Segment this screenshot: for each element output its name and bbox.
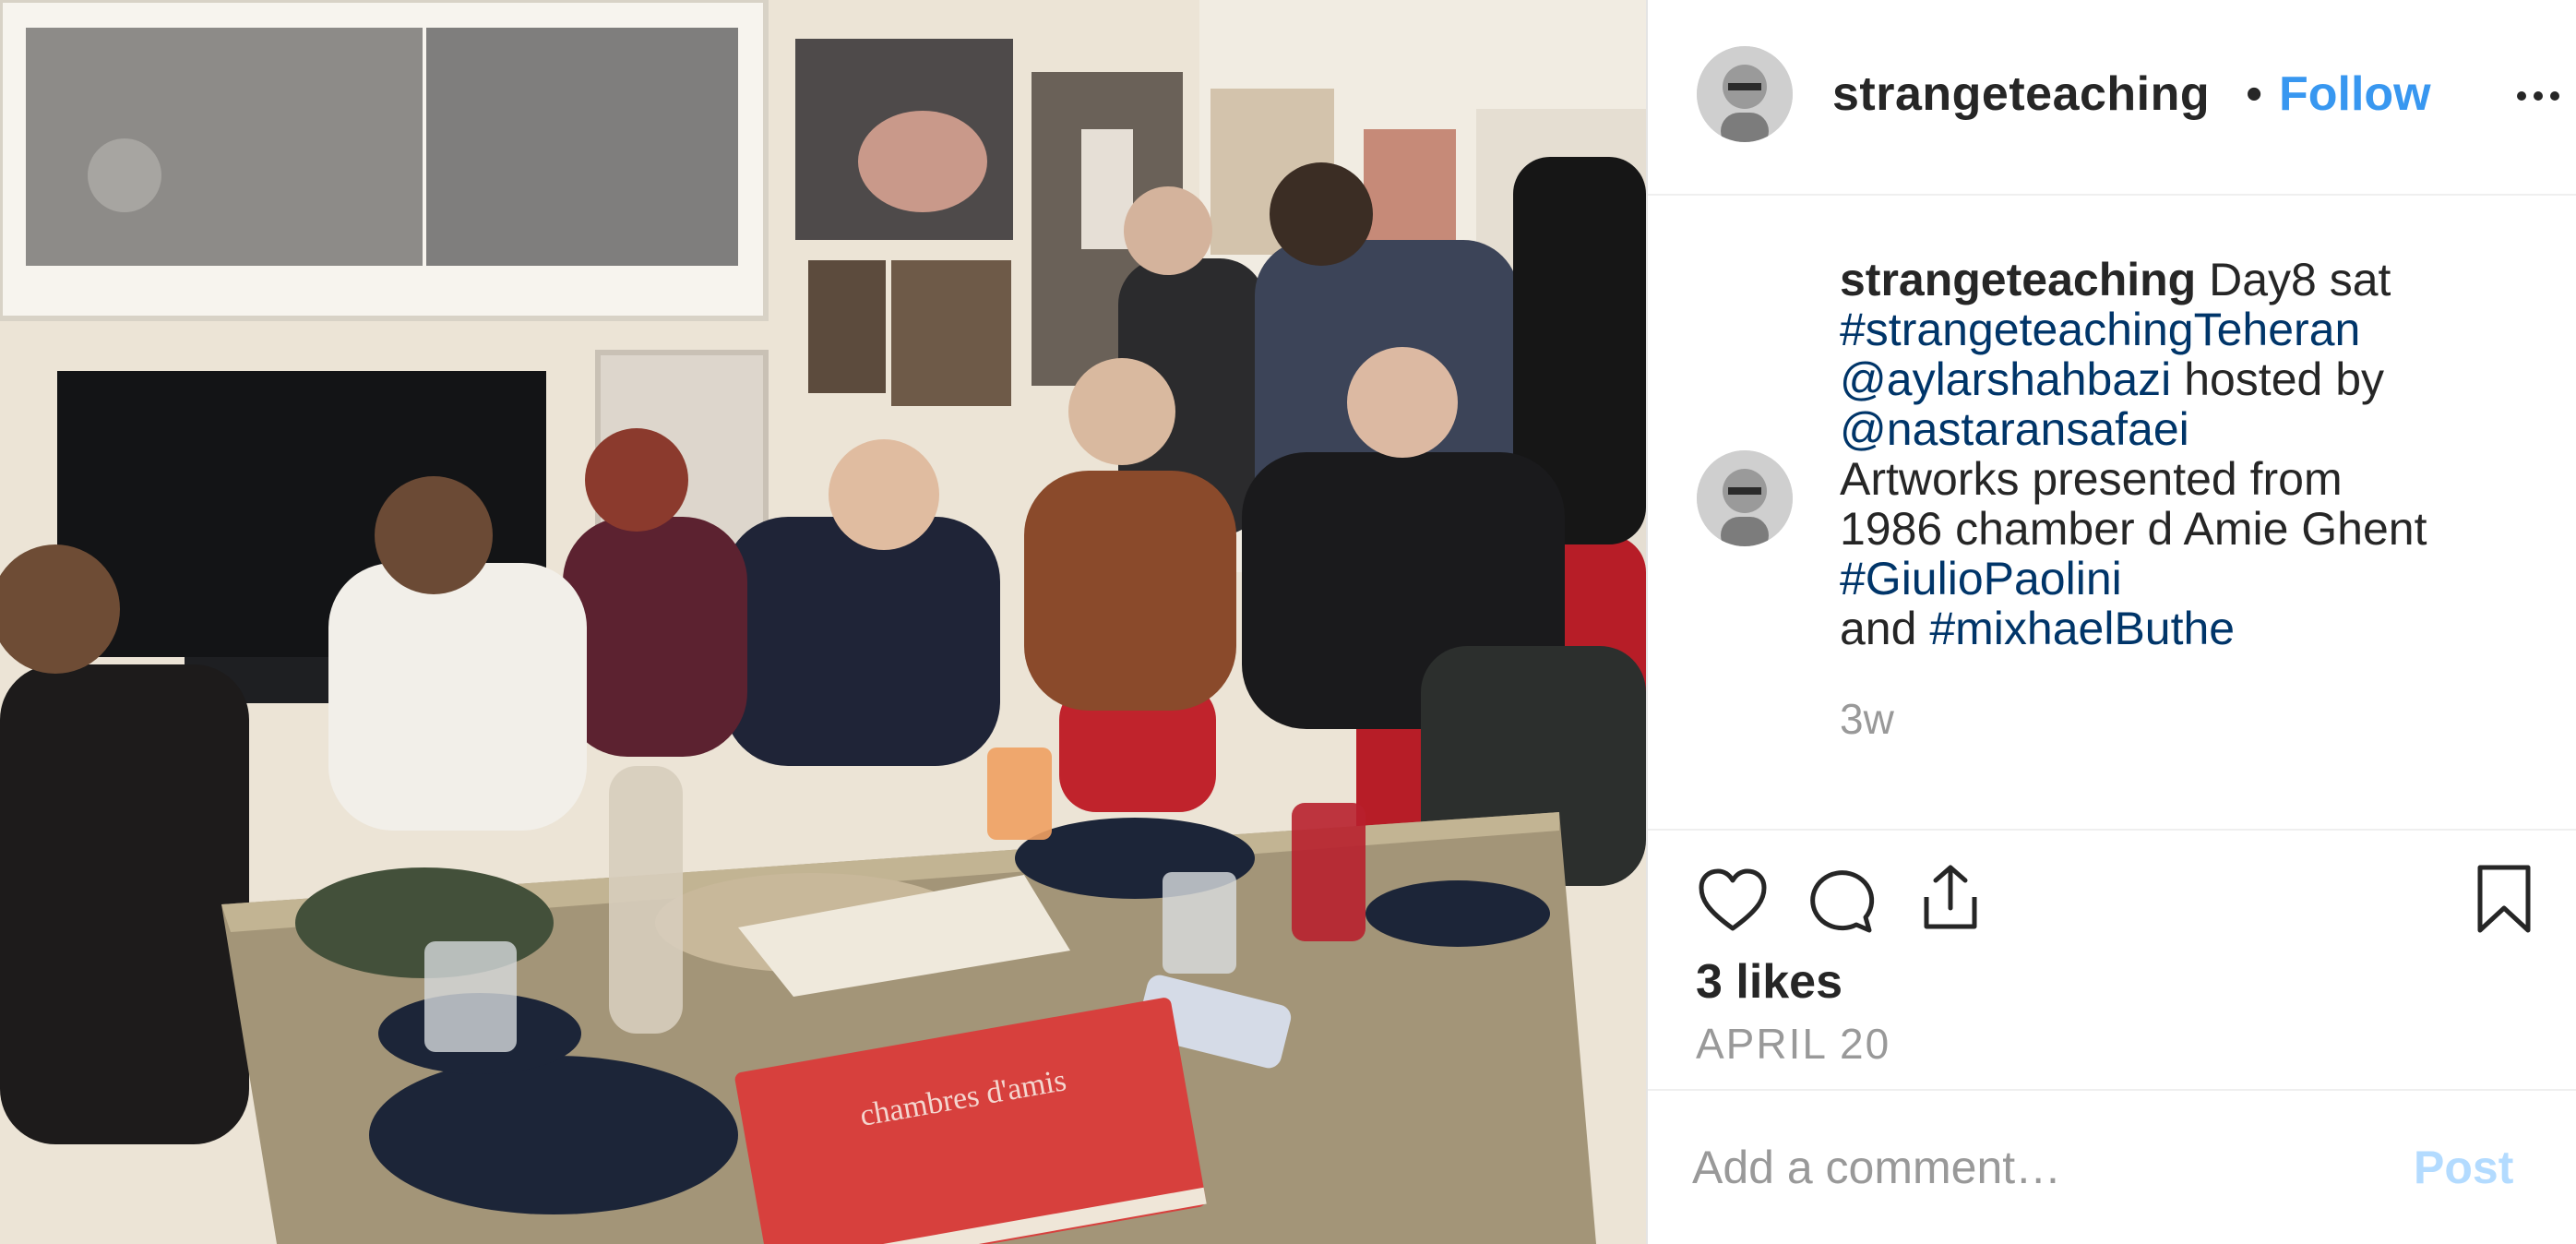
post-header: strangeteaching • Follow <box>1648 0 2576 196</box>
more-icon[interactable] <box>2510 68 2566 124</box>
post-caption: strangeteaching Day8 sat #strangeteachin… <box>1840 255 2569 653</box>
caption-avatar[interactable] <box>1697 450 1793 546</box>
post-sidebar: strangeteaching • Follow strangeteaching… <box>1646 0 2576 1244</box>
mention-link[interactable]: @nastaransafaei <box>1840 403 2189 455</box>
post-photo[interactable]: chambres d'amis <box>0 0 1646 1244</box>
caption-username[interactable]: strangeteaching <box>1840 254 2196 305</box>
avatar[interactable] <box>1697 46 1793 142</box>
avatar-image <box>1697 46 1793 142</box>
caption-text: 1986 chamber d Amie Ghent <box>1840 503 2427 555</box>
heart-icon[interactable] <box>1696 864 1770 938</box>
hashtag-link[interactable]: #GiulioPaolini <box>1840 553 2122 604</box>
post-comment-button[interactable]: Post <box>2414 1141 2513 1194</box>
hashtag-link[interactable]: #strangeteachingTeheran <box>1840 304 2360 355</box>
comment-input[interactable] <box>1692 1135 2375 1200</box>
caption-text: and <box>1840 603 1917 654</box>
share-icon[interactable] <box>1914 860 1987 934</box>
post-author-username[interactable]: strangeteaching <box>1832 66 2238 122</box>
post-date[interactable]: APRIL 20 <box>1696 1019 1890 1069</box>
comments-section: strangeteaching Day8 sat #strangeteachin… <box>1648 196 2576 831</box>
caption-text: Day8 sat <box>2209 254 2391 305</box>
likes-count[interactable]: 3 likes <box>1696 954 1843 1010</box>
caption-timestamp[interactable]: 3w <box>1840 694 1894 744</box>
caption-text: Artworks presented from <box>1840 453 2343 505</box>
photo-scene: chambres d'amis <box>0 0 1646 1244</box>
comment-icon[interactable] <box>1805 864 1878 938</box>
bookmark-icon[interactable] <box>2467 862 2541 936</box>
mention-link[interactable]: @aylarshahbazi <box>1840 353 2171 405</box>
caption-text: hosted by <box>2184 353 2385 405</box>
comment-form: Post <box>1648 1091 2576 1244</box>
avatar-image <box>1697 450 1793 546</box>
hashtag-link[interactable]: #mixhaelButhe <box>1929 603 2235 654</box>
separator-dot: • <box>2246 67 2263 121</box>
follow-button[interactable]: Follow <box>2279 66 2431 122</box>
post-actions: 3 likes APRIL 20 <box>1648 831 2576 1091</box>
